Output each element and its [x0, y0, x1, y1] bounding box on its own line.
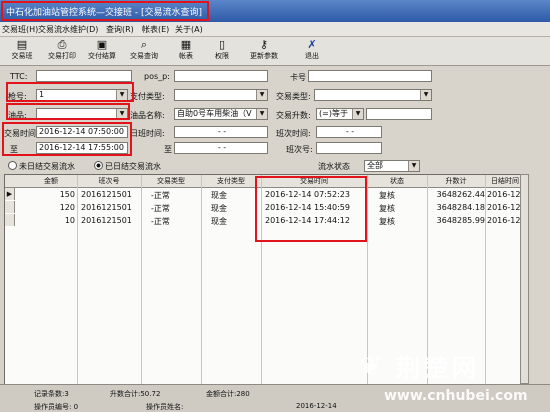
col-trade-type[interactable]: 交易类型 [141, 176, 201, 186]
tool-settle-button[interactable]: ▣ 交付结算 [80, 38, 124, 64]
ttc-input[interactable] [36, 70, 132, 82]
oil-name-label: 油品名称: [130, 111, 165, 120]
col-status[interactable]: 状态 [367, 176, 427, 186]
annotation-box-time [2, 122, 132, 156]
status-filter-select[interactable]: 全部 ▼ [364, 160, 420, 172]
shift-time-label: 日班时间: [130, 129, 165, 138]
card-label: 卡号 [290, 73, 306, 82]
chevron-down-icon: ▼ [256, 109, 267, 119]
chevron-down-icon: ▼ [256, 90, 267, 100]
menu-query[interactable]: 查询(R) [106, 24, 134, 35]
chevron-down-icon: ▼ [352, 109, 363, 119]
pos-label: pos_p: [144, 72, 170, 81]
shift-no-label: 班次时间: [276, 129, 311, 138]
tool-exit-button[interactable]: ✗ 退出 [290, 38, 334, 64]
row-marker[interactable] [5, 201, 15, 213]
chevron-down-icon: ▼ [420, 90, 431, 100]
document-icon: ▤ [16, 38, 28, 51]
lock-icon: ▯ [218, 38, 226, 51]
tool-print-button[interactable]: ⎙ 交易打印 [40, 38, 84, 64]
toolbar: ▤ 交易班 ⎙ 交易打印 ▣ 交付结算 ⌕ 交易查询 ▦ 帐表 ▯ 权限 ⚷ 更… [0, 37, 550, 66]
shift-input[interactable] [316, 142, 382, 154]
payment-label: 支付类型: [130, 92, 165, 101]
annotation-box-gun [6, 82, 134, 102]
amount-total: 金额合计:280 [206, 390, 250, 398]
oil-name-select[interactable]: 自助0号车用柴油（V ▼ [174, 108, 268, 120]
app-window: 中石化加油站管控系统—交接班 - [交易流水查询] 交易班(H) 交易流水维护(… [0, 0, 550, 412]
money-icon: ▣ [96, 38, 108, 51]
shift-time-from-input[interactable]: - - [174, 126, 268, 138]
radio-dot [8, 161, 17, 170]
to-label-2: 至 [164, 145, 172, 154]
record-count: 记录条数:3 [34, 390, 69, 398]
watermark-text: 荆楚网 [396, 354, 480, 382]
filter-panel: TTC: pos_p: 卡号 枪号: 1 ▼ 支付类型: ▼ 交易类型: ▼ 油… [0, 66, 550, 158]
status-date: 2016-12-14 [296, 402, 337, 410]
col-amount[interactable]: 金额 [27, 176, 75, 186]
menu-about[interactable]: 关于(A) [175, 24, 203, 35]
menu-shift[interactable]: 交易班(H) [2, 24, 38, 35]
col-liters[interactable]: 升数计 [427, 176, 485, 186]
pos-input[interactable] [174, 70, 268, 82]
annotation-box-oil [6, 103, 130, 120]
payment-select[interactable]: ▼ [174, 89, 268, 101]
tool-update-button[interactable]: ⚷ 更新参数 [242, 38, 286, 64]
menu-bar: 交易班(H) 交易流水维护(D) 查询(R) 帐表(E) 关于(A) [0, 22, 550, 37]
col-pay-type[interactable]: 支付类型 [201, 176, 261, 186]
shift-time-to-input[interactable]: - - [174, 142, 268, 154]
trade-amount-input[interactable] [366, 108, 432, 120]
tool-query-button[interactable]: ⌕ 交易查询 [122, 38, 166, 64]
printer-icon: ⎙ [57, 38, 67, 51]
card-input[interactable] [308, 70, 432, 82]
liters-total: 升数合计:50.72 [110, 390, 161, 398]
operator-select[interactable]: (=)等于 ▼ [316, 108, 364, 120]
trade-amount-label: 交易升数: [276, 111, 311, 120]
tool-permission-button[interactable]: ▯ 权限 [200, 38, 244, 64]
status-filter-label: 流水状态 [318, 162, 350, 171]
watermark-url: www.cnhubei.com [384, 388, 528, 404]
tool-shift-button[interactable]: ▤ 交易班 [0, 38, 44, 64]
watermark: ❦ 荆楚网 www.cnhubei.com [360, 348, 546, 410]
radio-strip: 未日结交易流水 已日结交易流水 流水状态 全部 ▼ [0, 158, 550, 174]
chevron-down-icon: ▼ [408, 161, 419, 171]
operator-name: 操作员姓名: [146, 403, 184, 411]
ttc-label: TTC: [10, 72, 28, 81]
search-icon: ⌕ [140, 38, 148, 51]
col-settle-time[interactable]: 日结时间 [485, 176, 520, 186]
operator-id: 操作员编号: 0 [34, 403, 79, 411]
exit-icon: ✗ [307, 38, 317, 51]
trade-type-select[interactable]: ▼ [314, 89, 432, 101]
current-row-marker[interactable]: ▶ [5, 188, 15, 200]
table-icon: ▦ [180, 38, 192, 51]
bird-logo-icon: ❦ [360, 352, 382, 382]
annotation-box-title [1, 1, 209, 21]
menu-reports[interactable]: 帐表(E) [142, 24, 169, 35]
key-icon: ⚷ [259, 38, 269, 51]
row-marker[interactable] [5, 214, 15, 226]
menu-trade-maintain[interactable]: 交易流水维护(D) [38, 24, 98, 35]
radio-unsettled[interactable]: 未日结交易流水 [8, 161, 75, 172]
shift-no-from-input[interactable]: - - [316, 126, 382, 138]
col-shift[interactable]: 班次号 [77, 176, 141, 186]
shift-label: 班次号: [286, 145, 313, 154]
trade-type-label: 交易类型: [276, 92, 311, 101]
radio-dot [94, 161, 103, 170]
annotation-box-times [255, 176, 367, 242]
radio-settled[interactable]: 已日结交易流水 [94, 161, 161, 172]
